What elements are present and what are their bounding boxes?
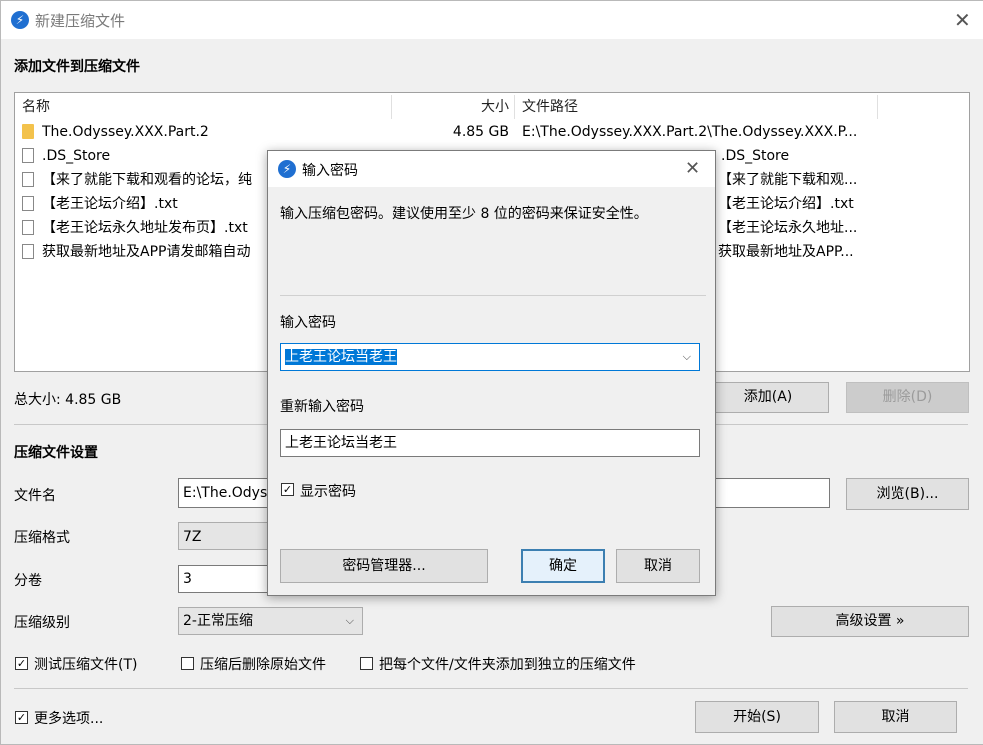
cancel-button[interactable]: 取消 [834,701,957,733]
close-icon[interactable]: ✕ [685,159,700,179]
volume-input[interactable]: 3 [178,565,278,593]
file-icon [22,220,34,235]
column-path-header[interactable]: 文件路径 [522,93,578,121]
dialog-cancel-button[interactable]: 取消 [616,549,700,583]
title-bar: ⚡ 新建压缩文件 ✕ [1,1,983,39]
file-path: 【老王论坛介绍】.txt [718,196,854,212]
chevron-down-icon: ⌵ [345,614,354,627]
format-value: 7Z [183,529,202,545]
advanced-settings-button[interactable]: 高级设置 » [771,606,969,637]
file-icon [22,196,34,211]
test-archive-checkbox[interactable]: ✓ [15,657,28,670]
password-label: 输入密码 [280,315,336,331]
chevron-down-icon[interactable]: ⌵ [683,344,691,370]
format-label: 压缩格式 [14,530,70,546]
file-path: 【来了就能下载和观... [718,172,858,188]
app-logo-icon: ⚡ [278,160,296,178]
more-options-checkbox[interactable]: ✓ [15,711,28,724]
file-icon [22,148,34,163]
more-options-label[interactable]: 更多选项... [34,708,103,728]
level-value: 2-正常压缩 [183,613,253,629]
settings-title: 压缩文件设置 [14,445,98,461]
close-icon[interactable]: ✕ [954,10,971,30]
browse-button[interactable]: 浏览(B)... [846,478,969,510]
password-combo[interactable]: 上老王论坛当老王 ⌵ [280,343,700,371]
column-name-header[interactable]: 名称 [22,93,50,121]
column-size-header[interactable]: 大小 [455,93,509,121]
password-hint: 输入压缩包密码。建议使用至少 8 位的密码来保证安全性。 [280,206,648,222]
confirm-password-input[interactable]: 上老王论坛当老王 [280,429,700,457]
file-size: 4.85 GB [452,124,509,140]
level-label: 压缩级别 [14,615,70,631]
start-button[interactable]: 开始(S) [695,701,819,733]
level-select[interactable]: 2-正常压缩 ⌵ [178,607,363,635]
dialog-title: 输入密码 [302,163,358,179]
password-input[interactable]: 上老王论坛当老王 [285,349,397,365]
volume-label: 分卷 [14,573,42,589]
filename-label: 文件名 [14,488,56,504]
test-archive-label[interactable]: 测试压缩文件(T) [34,654,137,674]
total-size: 总大小: 4.85 GB [14,392,122,408]
file-path: 获取最新地址及APP... [718,244,854,260]
separate-archives-label[interactable]: 把每个文件/文件夹添加到独立的压缩文件 [379,654,636,674]
column-divider[interactable] [391,95,392,119]
password-dialog: ⚡ 输入密码 ✕ 输入压缩包密码。建议使用至少 8 位的密码来保证安全性。 输入… [267,150,716,596]
show-password-label[interactable]: 显示密码 [300,481,356,501]
file-path: E:\The.Odyssey.XXX.Part.2\The.Odyssey.XX… [522,124,858,140]
dialog-title-bar: ⚡ 输入密码 ✕ [268,151,715,187]
delete-button[interactable]: 删除(D) [846,382,969,413]
confirm-password-label: 重新输入密码 [280,399,364,415]
file-name: 【来了就能下载和观看的论坛，纯 [42,172,252,188]
column-divider[interactable] [877,95,878,119]
delete-after-checkbox[interactable] [181,657,194,670]
divider [280,295,706,296]
app-logo-icon: ⚡ [11,11,29,29]
add-files-title: 添加文件到压缩文件 [14,59,140,75]
table-row[interactable]: The.Odyssey.XXX.Part.2 4.85 GB E:\The.Od… [15,120,969,144]
add-button[interactable]: 添加(A) [707,382,829,413]
file-name: 【老王论坛介绍】.txt [42,196,178,212]
file-name: 获取最新地址及APP请发邮箱自动 [42,244,251,260]
folder-icon [22,124,34,139]
file-icon [22,244,34,259]
divider [14,688,968,689]
file-icon [22,172,34,187]
show-password-checkbox[interactable]: ✓ [281,483,294,496]
separate-archives-checkbox[interactable] [360,657,373,670]
column-divider[interactable] [514,95,515,119]
delete-after-label[interactable]: 压缩后删除原始文件 [200,654,326,674]
ok-button[interactable]: 确定 [521,549,605,583]
file-name: The.Odyssey.XXX.Part.2 [42,124,209,140]
password-manager-button[interactable]: 密码管理器... [280,549,488,583]
file-name: 【老王论坛永久地址发布页】.txt [42,220,248,236]
file-path: .DS_Store [721,148,790,164]
format-select[interactable]: 7Z [178,522,278,550]
file-path: 【老王论坛永久地址... [718,220,858,236]
window-title: 新建压缩文件 [35,12,126,30]
